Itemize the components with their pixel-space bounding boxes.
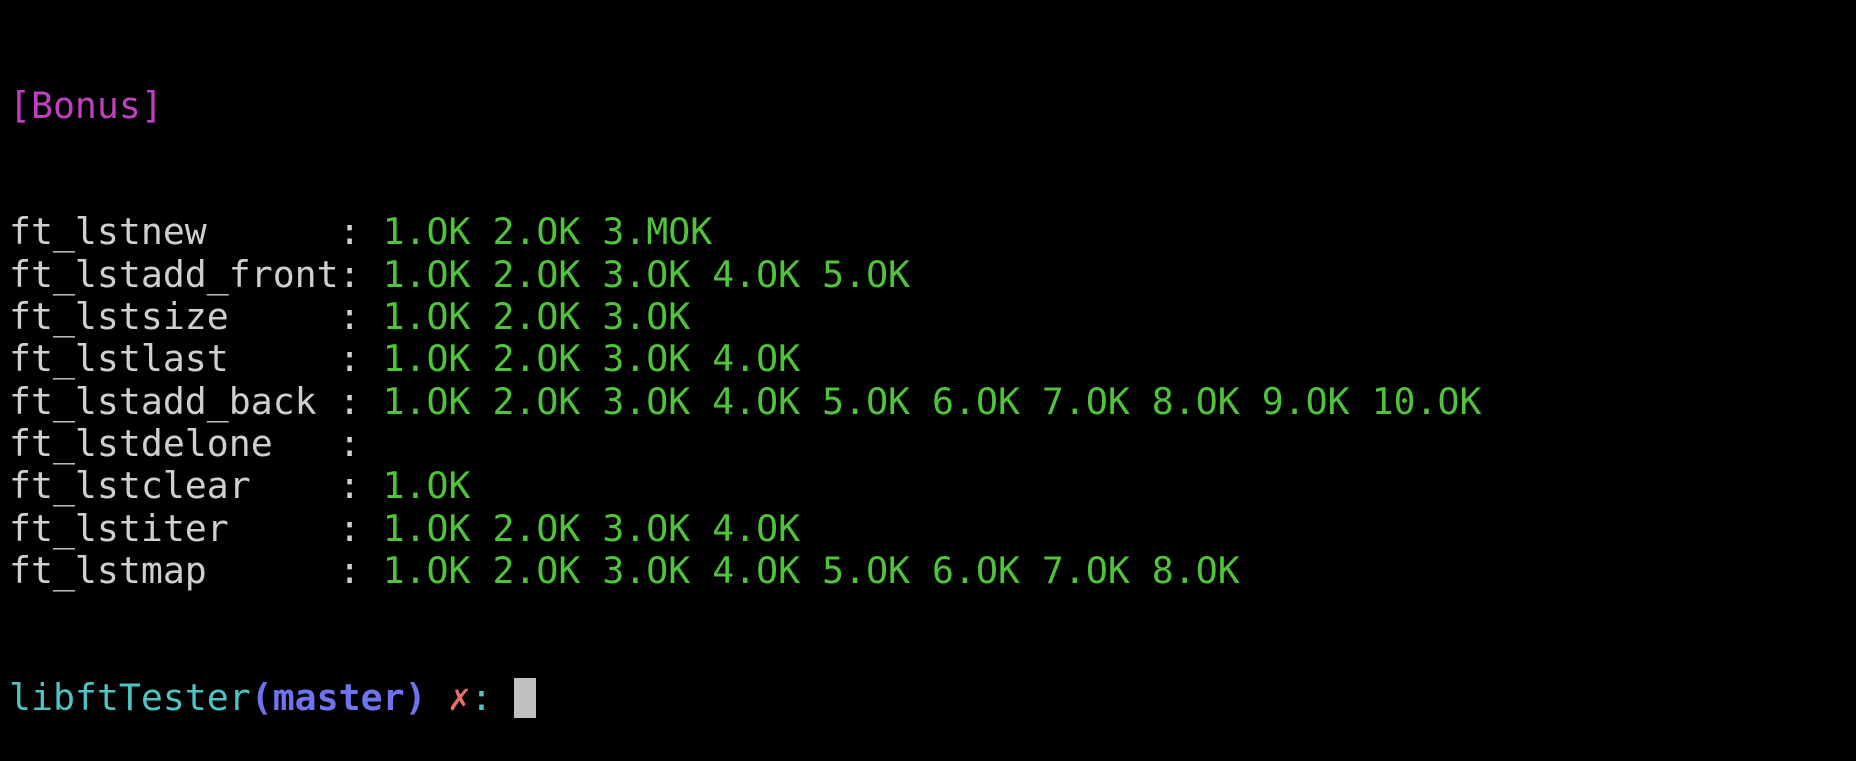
test-name: ft_lstlast xyxy=(9,337,229,381)
test-result: 3.OK xyxy=(602,548,691,592)
separator: : xyxy=(338,210,383,254)
test-result: 2.OK xyxy=(492,337,581,381)
test-result: 1.OK xyxy=(382,337,471,381)
test-result: 1.OK xyxy=(382,295,471,339)
test-result: 1.OK xyxy=(382,548,471,592)
separator: : xyxy=(338,379,383,423)
terminal-output: [Bonus] ft_lstnew: 1.OK 2.OK 3.MOK ft_lst… xyxy=(9,0,1481,761)
text-cursor xyxy=(514,677,537,718)
test-result: 3.MOK xyxy=(602,210,713,254)
test-row: ft_lstclear: 1.OK xyxy=(9,464,1481,508)
test-result: 4.OK xyxy=(712,337,801,381)
test-result: 5.OK xyxy=(822,252,911,296)
test-row: ft_lstiter: 1.OK 2.OK 3.OK 4.OK xyxy=(9,506,1481,550)
separator: : xyxy=(338,421,383,465)
test-result: 4.OK xyxy=(712,506,801,550)
test-row: ft_lstmap: 1.OK 2.OK 3.OK 4.OK 5.OK 6.OK… xyxy=(9,548,1481,592)
section-header: [Bonus] xyxy=(9,83,163,127)
test-result: 3.OK xyxy=(602,379,691,423)
prompt-branch: (master) xyxy=(250,675,427,719)
test-result: 8.OK xyxy=(1151,379,1240,423)
test-result: 2.OK xyxy=(492,506,581,550)
test-results: ft_lstnew: 1.OK 2.OK 3.MOK ft_lstadd_fron… xyxy=(9,211,1481,592)
separator: : xyxy=(338,464,383,508)
test-result: 10.OK xyxy=(1371,379,1482,423)
test-result: 1.OK xyxy=(382,464,471,508)
test-result: 1.OK xyxy=(382,210,471,254)
test-result: 2.OK xyxy=(492,210,581,254)
test-result: 1.OK xyxy=(382,252,471,296)
test-result: 2.OK xyxy=(492,252,581,296)
test-result: 5.OK xyxy=(822,548,911,592)
test-result: 8.OK xyxy=(1151,548,1240,592)
test-result: 4.OK xyxy=(712,379,801,423)
test-result: 6.OK xyxy=(932,548,1020,592)
test-name: ft_lstnew xyxy=(9,210,207,254)
test-result: 9.OK xyxy=(1261,379,1350,423)
test-result: 3.OK xyxy=(602,295,691,339)
test-name: ft_lstmap xyxy=(9,548,207,592)
test-result: 2.OK xyxy=(492,295,581,339)
shell-prompt[interactable]: libftTester(master) ✗: xyxy=(9,675,1481,719)
test-name: ft_lstadd_back xyxy=(9,379,317,423)
prompt-suffix: : xyxy=(470,675,493,719)
test-row: ft_lstsize: 1.OK 2.OK 3.OK xyxy=(9,295,1481,339)
test-name: ft_lstdelone xyxy=(9,421,273,465)
separator: : xyxy=(338,548,383,592)
test-name: ft_lstadd_front xyxy=(9,252,339,296)
test-result: 7.OK xyxy=(1041,379,1130,423)
test-row: ft_lstlast: 1.OK 2.OK 3.OK 4.OK xyxy=(9,337,1481,381)
test-result: 3.OK xyxy=(602,252,691,296)
test-result: 5.OK xyxy=(822,379,911,423)
test-result: 2.OK xyxy=(492,379,581,423)
separator: : xyxy=(338,252,383,296)
test-result: 1.OK xyxy=(382,506,471,550)
test-result: 6.OK xyxy=(932,379,1020,423)
test-result: 7.OK xyxy=(1041,548,1130,592)
test-name: ft_lstiter xyxy=(9,506,229,550)
separator: : xyxy=(338,337,383,381)
prompt-dir: libftTester xyxy=(9,675,251,719)
test-name: ft_lstclear xyxy=(9,464,251,508)
test-result: 4.OK xyxy=(712,548,801,592)
test-row: ft_lstnew: 1.OK 2.OK 3.MOK xyxy=(9,210,1481,254)
test-result: 1.OK xyxy=(382,379,471,423)
dirty-icon: ✗ xyxy=(448,675,471,719)
test-name: ft_lstsize xyxy=(9,295,229,339)
test-row: ft_lstadd_back: 1.OK 2.OK 3.OK 4.OK 5.OK… xyxy=(9,379,1482,423)
separator: : xyxy=(338,506,383,550)
test-result: 3.OK xyxy=(602,506,691,550)
test-row: ft_lstdelone: xyxy=(9,421,1481,465)
test-row: ft_lstadd_front: 1.OK 2.OK 3.OK 4.OK 5.O… xyxy=(9,252,1481,296)
test-result: 4.OK xyxy=(712,252,801,296)
separator: : xyxy=(338,295,383,339)
test-result: 2.OK xyxy=(492,548,581,592)
test-result: 3.OK xyxy=(602,337,691,381)
